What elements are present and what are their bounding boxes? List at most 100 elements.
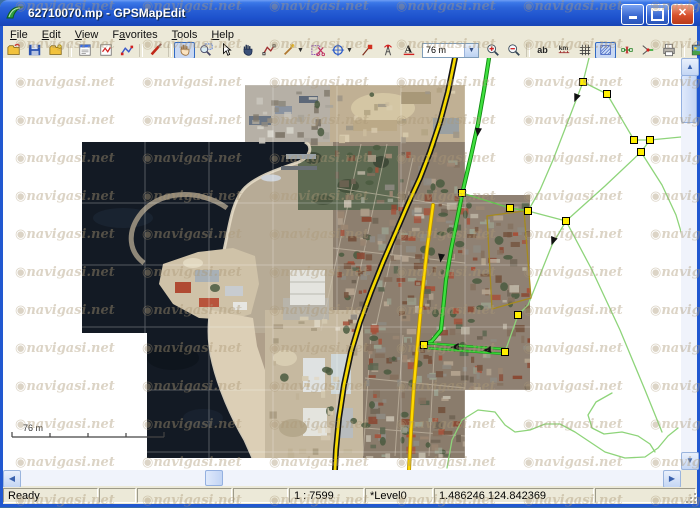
vertical-scrollbar[interactable]: ▲ ▼ [681, 58, 697, 470]
label-tool-button[interactable]: A [398, 42, 419, 59]
status-level: *Level0 [365, 488, 433, 503]
resize-grip[interactable] [684, 491, 697, 504]
trim-tool-button[interactable] [307, 42, 328, 59]
verify-map-button[interactable] [145, 42, 166, 59]
waypoint-7[interactable] [507, 205, 514, 212]
close-map-button[interactable] [45, 42, 66, 59]
gps-upload-button[interactable] [377, 42, 398, 59]
satellite-imagery [82, 85, 537, 462]
scrollbar-corner [681, 470, 697, 486]
split-node-button[interactable] [616, 42, 637, 59]
zoom-select-button[interactable] [195, 42, 216, 59]
zoom-level-value: 76 m [423, 45, 464, 55]
zoom-out-button[interactable] [503, 42, 524, 59]
thin-polyline-16[interactable] [588, 393, 655, 452]
scroll-up-arrow[interactable]: ▲ [681, 58, 699, 76]
magic-wand-icon [282, 43, 296, 57]
waypoint-1[interactable] [604, 91, 611, 98]
flag-tool-icon [360, 43, 374, 57]
zoom-in-icon [486, 43, 500, 57]
waypoint-8[interactable] [459, 190, 466, 197]
select-arrow-icon [220, 43, 234, 57]
thin-polyline-4[interactable] [650, 137, 681, 140]
pan-tool-button[interactable] [174, 42, 195, 59]
create-polyline-button[interactable] [258, 42, 279, 59]
menu-file[interactable]: File [3, 28, 35, 42]
zoom-in-button[interactable] [482, 42, 503, 59]
print-icon [662, 43, 676, 57]
menu-view[interactable]: View [68, 28, 106, 42]
waypoint-6[interactable] [525, 208, 532, 215]
label-tool-icon: A [402, 43, 416, 57]
menu-favorites[interactable]: Favorites [105, 28, 164, 42]
ruler-km-icon: km [557, 43, 571, 57]
flag-tool-button[interactable] [356, 42, 377, 59]
select-tool-button[interactable] [216, 42, 237, 59]
waypoint-5[interactable] [563, 218, 570, 225]
scroll-right-arrow[interactable]: ▶ [663, 470, 681, 488]
chevron-down-icon[interactable]: ▼ [464, 44, 478, 57]
title-bar[interactable]: 62710070.mp - GPSMapEdit ✕ [0, 0, 700, 26]
maximize-button[interactable] [646, 4, 669, 25]
thin-polyline-11[interactable] [566, 221, 662, 432]
open-map-button[interactable] [3, 42, 24, 59]
waypoint-3[interactable] [647, 137, 654, 144]
edit-levels-button[interactable] [116, 42, 137, 59]
zoom-level-combo[interactable]: 76 m ▼ [422, 43, 479, 58]
folder-icon [49, 43, 63, 57]
save-button[interactable] [24, 42, 45, 59]
horizontal-scroll-thumb[interactable] [205, 470, 223, 486]
magic-wand-button[interactable]: ▼ [279, 42, 307, 59]
status-pane-8 [595, 488, 696, 503]
export-image-button[interactable] [687, 42, 700, 59]
thin-polyline-6[interactable] [566, 152, 641, 221]
map-canvas[interactable]: 76 m [3, 58, 681, 470]
attach-tool-button[interactable]: ▼ [328, 42, 356, 59]
vertical-scroll-thumb[interactable] [681, 75, 697, 123]
ruler-km-button[interactable]: km [553, 42, 574, 59]
scroll-down-arrow[interactable]: ▼ [681, 452, 699, 470]
open-map-icon [7, 43, 21, 57]
scroll-left-arrow[interactable]: ◀ [3, 470, 21, 488]
hatch-toggle-button[interactable] [595, 42, 616, 59]
print-button[interactable] [658, 42, 679, 59]
waypoint-4[interactable] [638, 149, 645, 156]
pan-tool-icon [178, 43, 192, 57]
status-pane-2 [99, 488, 136, 503]
thin-polyline-12[interactable] [641, 152, 681, 235]
attach-tool-icon [331, 43, 345, 57]
waypoint-9[interactable] [515, 312, 522, 319]
minimize-button[interactable] [621, 4, 644, 25]
menu-edit[interactable]: Edit [35, 28, 68, 42]
labels-toggle-button[interactable]: ab [532, 42, 553, 59]
join-node-icon [641, 43, 655, 57]
waypoint-11[interactable] [421, 342, 428, 349]
toolbar: ▼ ▼ A 76 m ▼ ab km 0 G ▼ [3, 42, 697, 59]
zoom-select-icon [199, 43, 213, 57]
properties-button[interactable] [74, 42, 95, 59]
menu-help[interactable]: Help [204, 28, 241, 42]
waypoint-2[interactable] [631, 137, 638, 144]
status-pane-3 [137, 488, 232, 503]
waypoint-0[interactable] [580, 79, 587, 86]
status-message: Ready [3, 488, 98, 503]
move-tool-button[interactable] [237, 42, 258, 59]
menu-tools[interactable]: Tools [165, 28, 205, 42]
horizontal-scrollbar[interactable]: ◀ ▶ [3, 470, 681, 486]
gps-upload-icon [381, 43, 395, 57]
thin-polyline-8[interactable] [528, 211, 566, 221]
properties-icon [78, 43, 92, 57]
close-button[interactable]: ✕ [671, 4, 694, 25]
join-node-button[interactable] [637, 42, 658, 59]
save-icon [28, 43, 42, 57]
trim-tool-icon [311, 43, 325, 57]
status-bar: Ready 1 : 7599 *Level0 1.486246 124.8423… [3, 487, 697, 504]
hatch-toggle-icon [599, 43, 613, 57]
grid-toggle-button[interactable] [574, 42, 595, 59]
thin-polyline-2[interactable] [607, 94, 634, 140]
waypoint-10[interactable] [502, 349, 509, 356]
status-coordinates: 1.486246 124.842369 [434, 488, 594, 503]
split-node-icon [620, 43, 634, 57]
grid-toggle-icon [578, 43, 592, 57]
map-properties-button[interactable] [95, 42, 116, 59]
